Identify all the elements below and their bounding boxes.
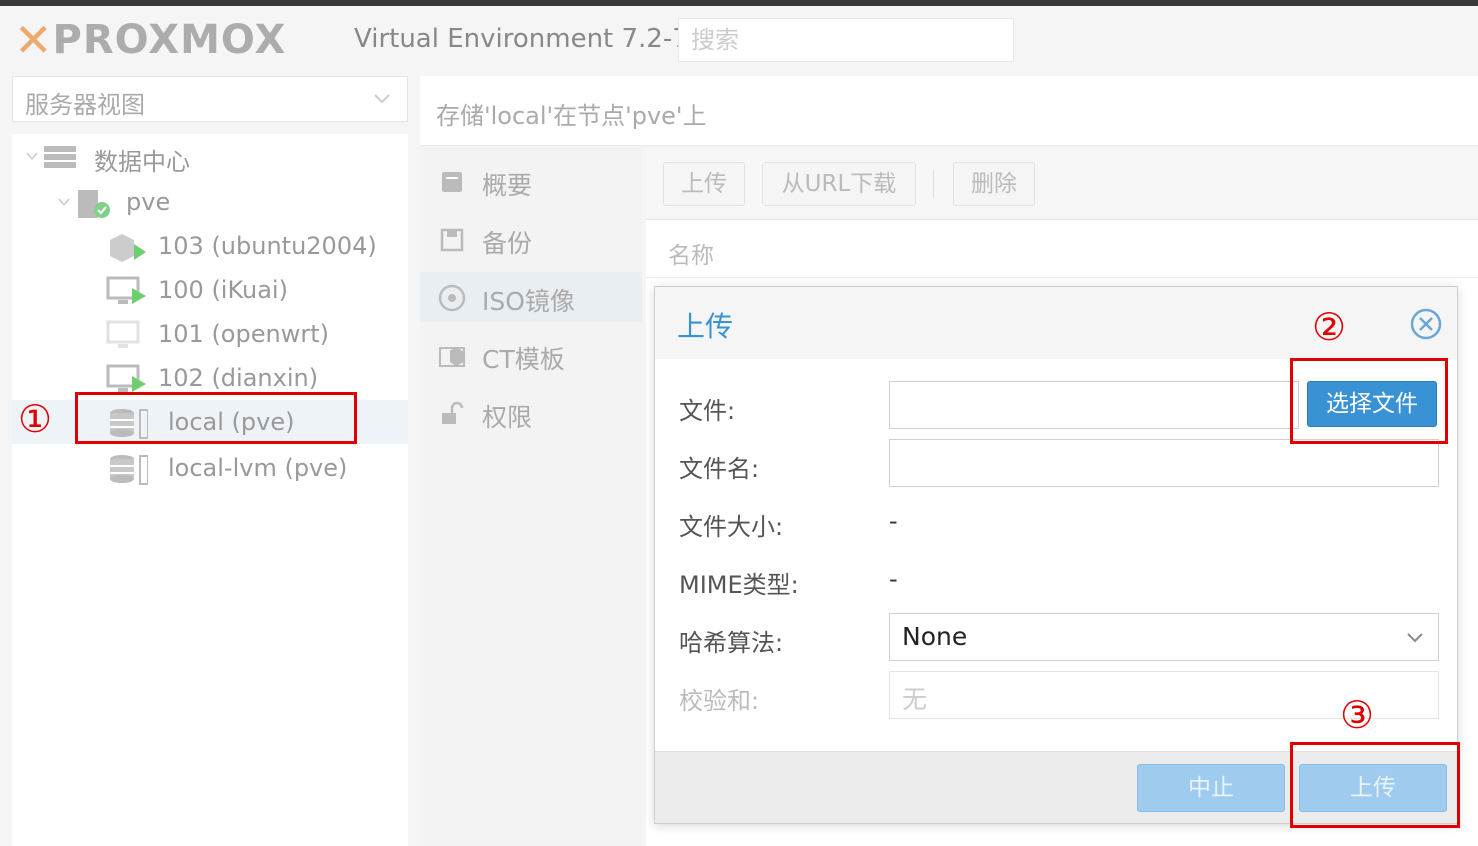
unlock-icon	[442, 401, 464, 424]
close-icon[interactable]	[1409, 307, 1443, 341]
grid-header: 名称	[646, 222, 1478, 278]
nav-item-backup[interactable]: 备份	[420, 214, 642, 264]
panel-header: 存储'local'在节点'pve'上	[420, 76, 1478, 146]
abort-button[interactable]: 中止	[1137, 764, 1285, 812]
version-label: Virtual Environment 7.2-7	[354, 24, 689, 54]
hash-algorithm-select[interactable]: None	[889, 613, 1439, 661]
tree-item-guest[interactable]: 101 (openwrt)	[12, 312, 408, 356]
annotation-box-2	[1290, 358, 1448, 444]
dialog-title: 上传	[677, 310, 734, 343]
checksum-placeholder: 无	[902, 685, 928, 714]
hash-algorithm-label: 哈希算法:	[679, 629, 784, 657]
logo-x-mark: ✕	[14, 13, 53, 67]
storage-subnav: 概要 备份 ISO镜像 CT模板 权限	[420, 148, 642, 846]
nav-label: 备份	[482, 229, 533, 258]
book-icon	[442, 172, 462, 192]
annotation-marker-1: ①	[18, 397, 53, 441]
tree-item-guest[interactable]: 103 (ubuntu2004)	[12, 224, 408, 268]
filename-input[interactable]	[889, 439, 1439, 487]
delete-button[interactable]: 删除	[953, 162, 1035, 206]
tree-item-datacenter[interactable]: 数据中心	[12, 134, 408, 178]
vm-running-icon	[106, 364, 146, 392]
tree-item-node-pve[interactable]: pve	[12, 180, 408, 224]
mime-type-value: -	[889, 565, 898, 593]
content-toolbar: 上传 从URL下载 删除	[646, 148, 1478, 220]
filename-label: 文件名:	[679, 455, 760, 483]
vm-running-icon	[106, 276, 146, 304]
tree-label: local-lvm (pve)	[168, 454, 348, 482]
column-header-name[interactable]: 名称	[668, 236, 714, 270]
resource-tree: 数据中心 pve 103 (ubuntu2004) 100 (iKuai) 10…	[12, 134, 408, 846]
logo-text: PROXMOX	[52, 17, 287, 63]
collapse-icon[interactable]	[24, 148, 40, 164]
node-online-icon	[78, 190, 110, 218]
view-selector[interactable]: 服务器视图	[12, 76, 408, 122]
annotation-box-3	[1290, 742, 1460, 828]
chevron-down-icon	[374, 94, 390, 104]
nav-item-summary[interactable]: 概要	[420, 156, 642, 206]
toolbar-separator	[933, 170, 934, 198]
hash-algorithm-value: None	[902, 622, 968, 651]
nav-label: 概要	[482, 171, 533, 200]
tree-item-storage-local-lvm[interactable]: local-lvm (pve)	[12, 446, 408, 490]
nav-item-ct-templates[interactable]: CT模板	[420, 330, 642, 380]
nav-item-iso-images[interactable]: ISO镜像	[420, 272, 642, 322]
vm-stopped-icon	[106, 320, 140, 348]
proxmox-logo: ✕ PROXMOX	[14, 14, 286, 66]
filesize-label: 文件大小:	[679, 513, 784, 541]
annotation-marker-3: ③	[1340, 693, 1375, 737]
container-running-icon	[110, 234, 146, 262]
chevron-down-icon	[1407, 633, 1423, 643]
mime-type-label: MIME类型:	[679, 571, 799, 599]
tree-label: 数据中心	[94, 148, 190, 176]
file-field[interactable]	[889, 381, 1299, 429]
tree-label: 102 (dianxin)	[158, 364, 319, 392]
search-input[interactable]: 搜索	[678, 18, 1014, 62]
collapse-icon[interactable]	[56, 194, 72, 210]
datacenter-icon	[44, 146, 76, 168]
cube-icon	[439, 347, 465, 367]
storage-icon	[110, 455, 148, 485]
nav-label: ISO镜像	[482, 287, 575, 316]
tree-label: 103 (ubuntu2004)	[158, 232, 377, 260]
checksum-label: 校验和:	[679, 687, 760, 715]
upload-button[interactable]: 上传	[663, 162, 745, 206]
disc-icon	[438, 284, 466, 312]
nav-label: CT模板	[482, 345, 565, 374]
panel-title: 存储'local'在节点'pve'上	[436, 102, 707, 130]
tree-label: 101 (openwrt)	[158, 320, 329, 348]
annotation-marker-2: ②	[1312, 305, 1347, 349]
nav-label: 权限	[482, 403, 533, 432]
annotation-box-1	[75, 392, 357, 444]
download-from-url-button[interactable]: 从URL下载	[762, 162, 916, 206]
filesize-value: -	[889, 507, 898, 535]
view-selector-value: 服务器视图	[25, 91, 145, 119]
file-label: 文件:	[679, 397, 736, 425]
tree-item-guest[interactable]: 100 (iKuai)	[12, 268, 408, 312]
floppy-icon	[440, 228, 464, 252]
tree-label: 100 (iKuai)	[158, 276, 288, 304]
tree-label: pve	[126, 188, 171, 216]
nav-item-permissions[interactable]: 权限	[420, 388, 642, 438]
